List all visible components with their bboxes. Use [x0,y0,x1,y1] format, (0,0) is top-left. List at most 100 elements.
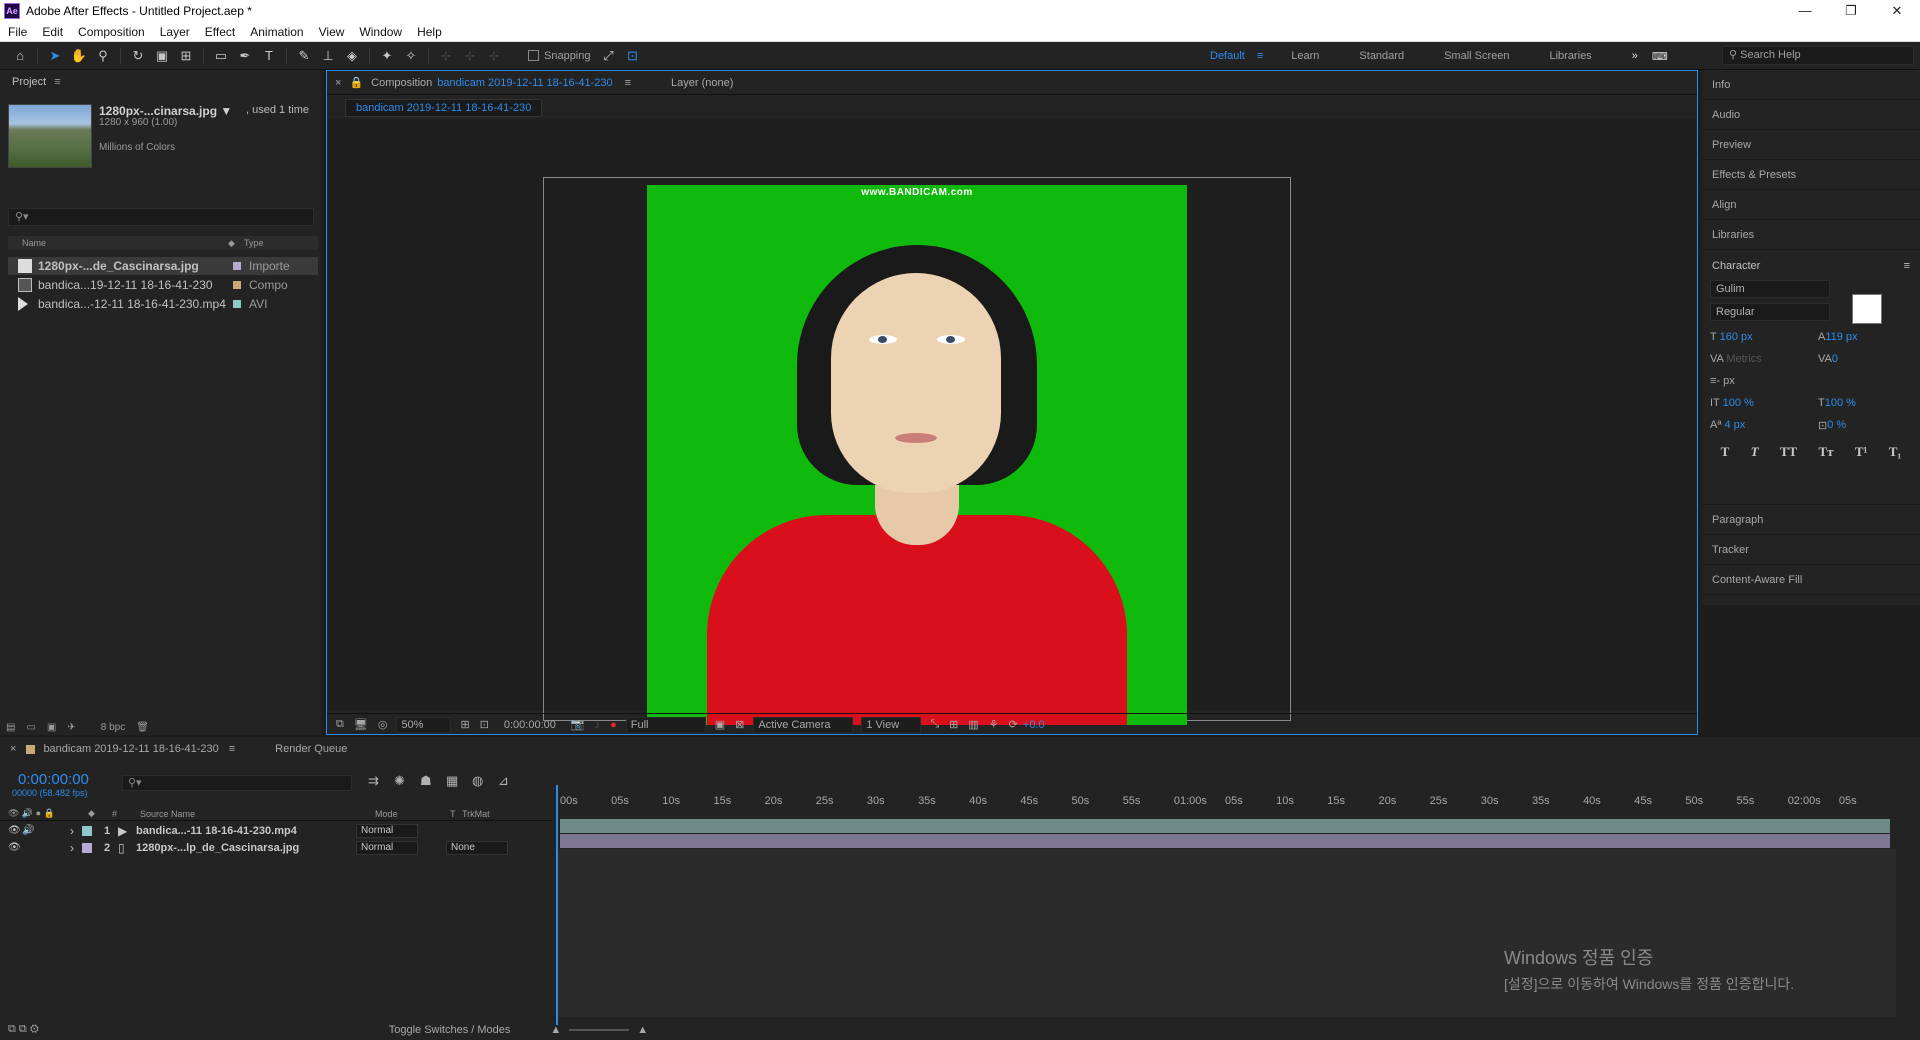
layer-name[interactable]: bandica...-11 18-16-41-230.mp4 [136,825,356,837]
panel-effects-presets[interactable]: Effects & Presets [1702,160,1920,190]
mode-column[interactable]: Mode [375,809,450,819]
panel-tracker[interactable]: Tracker [1702,535,1920,565]
panel-content-aware-fill[interactable]: Content-Aware Fill [1702,565,1920,595]
time-ruler[interactable]: 00s 05s 10s 15s 20s 25s 30s 35s 40s 45s 50s 55s 01:0… [556,781,1896,811]
snap-features-icon[interactable]: ⊡ [623,46,643,66]
expand-arrow-icon[interactable]: › [70,841,82,855]
region-of-interest-icon[interactable]: ⊡ [480,718,489,731]
resolution-dropdown[interactable]: Full [625,716,706,733]
comp-flowchart-icon[interactable]: ⇉ [368,773,394,789]
pixel-aspect-icon[interactable]: ⤡ [930,718,939,731]
workspace-standard[interactable]: Standard [1359,50,1404,62]
snap-edges-icon[interactable]: ⤢ [599,46,619,66]
workspace-default[interactable]: Default [1210,50,1245,62]
rotate-tool-icon[interactable]: ↻ [128,46,148,66]
green-screen-frame[interactable]: www.BANDICAM.com [647,185,1187,725]
snapping-checkbox[interactable] [528,50,539,61]
layer-row[interactable]: 👁 🔊 › 1 ▶ bandica...-11 18-16-41-230.mp4… [0,822,552,839]
panel-info[interactable]: Info [1702,70,1920,100]
composition-tab-prefix[interactable]: Composition [371,77,432,89]
type-tool-icon[interactable]: T [259,46,279,66]
panel-menu-icon[interactable]: ≡ [229,743,235,755]
layer-bar-2[interactable] [560,834,1890,848]
source-name-column[interactable]: Source Name [140,809,375,819]
all-caps-button[interactable]: TT [1780,444,1797,460]
subscript-button[interactable]: T₁ [1889,444,1902,460]
motion-blur-icon[interactable]: ◍ [472,773,498,789]
panel-audio[interactable]: Audio [1702,100,1920,130]
zoom-dropdown[interactable]: 50% [396,716,452,733]
view-layout-dropdown[interactable]: 1 View [861,716,922,733]
clone-stamp-tool-icon[interactable]: ⊥ [318,46,338,66]
lock-icon[interactable]: 🔒 [349,76,363,89]
blend-mode-dropdown[interactable]: Normal [356,840,418,855]
axis-local-icon[interactable]: ⊹ [436,46,456,66]
close-tab-icon[interactable]: × [335,77,341,89]
composition-navigator-tab[interactable]: bandicam 2019-12-11 18-16-41-230 [345,99,543,117]
show-snapshot-icon[interactable]: ♪ [595,719,601,731]
list-item[interactable]: bandica...-12-11 18-16-41-230.mp4 AVI [8,295,318,313]
menu-animation[interactable]: Animation [250,25,303,39]
project-panel-title[interactable]: Project [12,76,46,88]
horizontal-scale-value[interactable]: 100 % [1825,397,1856,409]
toggle-switches-modes[interactable]: Toggle Switches / Modes [389,1024,511,1036]
flowchart-icon[interactable]: ✈ [67,722,75,733]
vertical-scale-value[interactable]: 100 % [1723,397,1754,409]
snapshot-icon[interactable]: 📷 [571,718,585,731]
channel-icon[interactable]: ● [610,719,617,731]
camera-dropdown[interactable]: Active Camera [753,716,854,733]
new-folder-icon[interactable]: ▭ [26,722,35,733]
interpret-footage-icon[interactable]: ▤ [6,722,15,733]
label-column-icon[interactable]: ◆ [228,238,244,249]
pan-behind-tool-icon[interactable]: ⊞ [176,46,196,66]
menu-help[interactable]: Help [417,25,442,39]
panel-menu-icon[interactable]: ≡ [1904,260,1910,272]
trkmat-column[interactable]: TrkMat [462,809,490,819]
panel-menu-icon[interactable]: ≡ [54,76,60,88]
small-caps-button[interactable]: Tт [1819,444,1834,460]
audio-icon[interactable]: 🔊 [22,825,70,836]
baseline-shift-value[interactable]: 4 px [1724,419,1745,431]
current-time-display[interactable]: 0:00:00:00 [504,719,556,731]
layer-name[interactable]: 1280px-...lp_de_Cascinarsa.jpg [136,842,356,854]
font-style-dropdown[interactable]: Regular [1710,303,1830,321]
safe-margins-icon[interactable]: ⊞ [460,718,469,731]
track-matte-dropdown[interactable]: None [446,840,508,855]
tsume-value[interactable]: 0 % [1827,419,1846,431]
expand-panes-icons[interactable]: ⧉ ⧉ ⚙ [8,1023,39,1036]
zoom-in-icon[interactable]: ▲ [637,1024,648,1036]
home-icon[interactable]: ⌂ [10,46,30,66]
brush-tool-icon[interactable]: ✎ [294,46,314,66]
render-3d-icon[interactable]: ⊞ [949,718,958,731]
timeline-tab[interactable]: bandicam 2019-12-11 18-16-41-230 [43,743,218,755]
project-search-input[interactable]: ⚲▾ [8,208,314,226]
workspace-libraries[interactable]: Libraries [1550,50,1592,62]
camera-tool-icon[interactable]: ▣ [152,46,172,66]
close-tab-icon[interactable]: × [10,743,16,755]
list-item[interactable]: bandica...19-12-11 18-16-41-230 Compo [8,276,318,294]
transparency-grid-icon[interactable]: ⊠ [735,718,744,731]
shy-icon[interactable]: ☗ [420,773,446,789]
menu-layer[interactable]: Layer [160,25,190,39]
current-timecode[interactable]: 0:00:00:00 [18,771,89,788]
label-swatch[interactable] [82,825,92,836]
menu-edit[interactable]: Edit [42,25,63,39]
eye-icon[interactable]: 👁 [8,825,22,836]
mask-visibility-icon[interactable]: ◎ [378,718,388,731]
stroke-width-value[interactable]: - px [1716,375,1734,387]
always-preview-icon[interactable]: ⧉ [336,718,344,731]
flowchart-icon[interactable]: ⚘ [989,718,999,731]
workspace-more-icon[interactable]: » [1632,50,1638,62]
pen-tool-icon[interactable]: ✒ [235,46,255,66]
minimize-button[interactable]: — [1782,0,1828,22]
menu-window[interactable]: Window [359,25,402,39]
kerning-value[interactable]: Metrics [1726,353,1761,365]
axis-world-icon[interactable]: ⊹ [460,46,480,66]
menu-composition[interactable]: Composition [78,25,145,39]
faux-bold-button[interactable]: T [1721,444,1730,460]
blend-mode-dropdown[interactable]: Normal [356,823,418,838]
render-queue-tab[interactable]: Render Queue [275,743,347,755]
workspace-menu-icon[interactable]: ≡ [1257,50,1263,62]
eye-icon[interactable]: 👁 [8,842,70,853]
layer-bar-1[interactable] [560,819,1890,833]
